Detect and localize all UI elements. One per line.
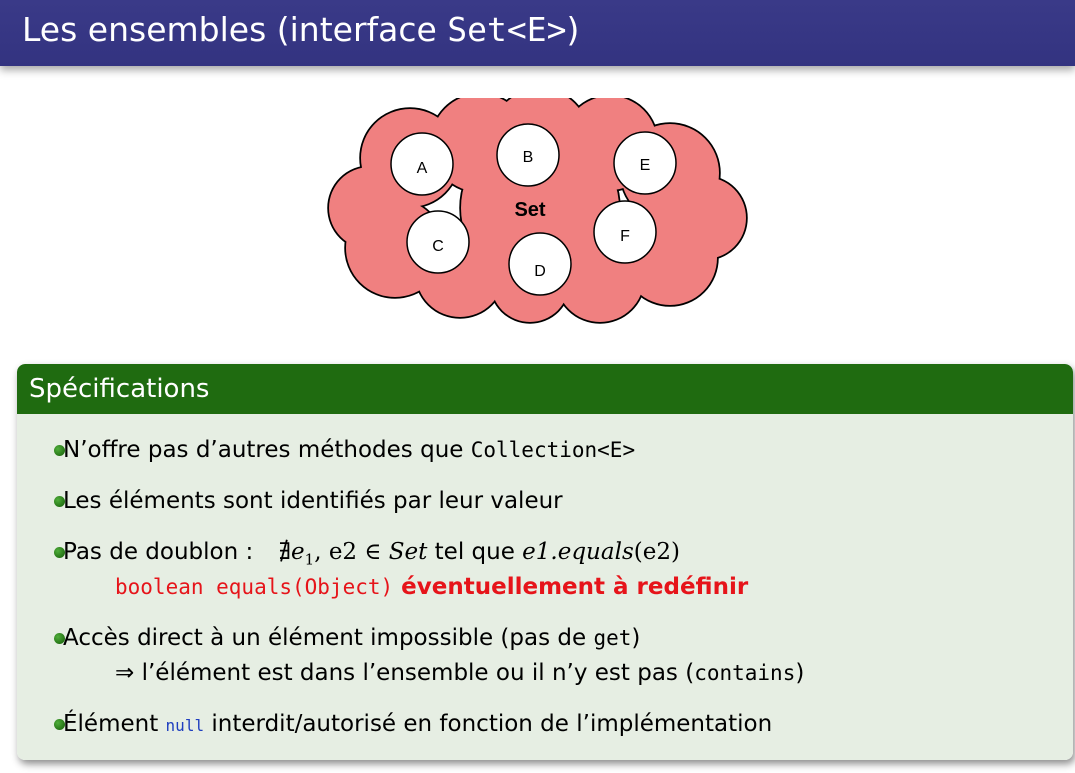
math-in: , e2 ∈	[314, 539, 389, 565]
implies-icon: ⇒	[115, 660, 135, 686]
title-bar: Les ensembles (interface Set<E>)	[0, 0, 1075, 66]
block-header: Spécifications	[17, 364, 1073, 414]
element-e-label: E	[640, 157, 651, 174]
spec-item-1: N’offre pas d’autres méthodes que Collec…	[63, 434, 635, 466]
set-cloud-svg: Set A B C D E F	[327, 98, 748, 324]
cloud-label: Set	[514, 199, 545, 221]
spec-item-5-code: null	[165, 716, 205, 735]
spec-item-5: Élément null interdit/autorisé en foncti…	[63, 708, 772, 742]
spec-item-4-sub-text: l’élément est dans l’ensemble ou il n’y …	[134, 660, 695, 686]
element-f: F	[593, 200, 657, 264]
spec-item-4: Accès direct à un élément impossible (pa…	[63, 622, 640, 654]
element-a: A	[390, 132, 454, 196]
math-set: Set	[388, 539, 428, 565]
spec-item-3-sub: boolean equals(Object) éventuellement à …	[115, 571, 748, 603]
title-text: Les ensembles (interface	[22, 10, 448, 49]
spec-item-3-math: ∄e1, e2 ∈ Set tel que e1.equals(e2)	[278, 539, 680, 569]
spec-item-5-text-b: interdit/autorisé en fonction de l’implé…	[204, 711, 773, 737]
spec-item-3-sub-emph: éventuellement à redéfinir	[393, 574, 749, 600]
element-b: B	[496, 123, 560, 187]
spec-item-4-text: Accès direct à un élément impossible (pa…	[63, 625, 594, 651]
spec-item-3: Pas de doublon : ∄e1, e2 ∈ Set tel que e…	[63, 536, 680, 576]
spec-item-3-text: Pas de doublon :	[63, 539, 261, 565]
spec-item-1-code: Collection<E>	[470, 438, 636, 462]
element-a-label: A	[417, 160, 428, 177]
title-code: Set<E>	[447, 10, 567, 49]
spec-item-4-sub: ⇒ l’élément est dans l’ensemble ou il n’…	[115, 657, 804, 689]
spec-item-4-sub-code: contains	[694, 661, 796, 685]
spec-item-4-sub-close: )	[795, 660, 805, 686]
math-arg: (e2)	[633, 539, 680, 565]
spec-item-5-text-a: Élément	[63, 711, 166, 737]
element-c: C	[406, 210, 470, 274]
math-not-exists: ∄	[278, 539, 292, 565]
math-sub: 1	[304, 550, 315, 569]
spec-item-3-sub-code: boolean equals(Object)	[115, 575, 394, 599]
element-b-label: B	[523, 149, 534, 166]
element-d-label: D	[534, 263, 546, 280]
element-c-label: C	[432, 238, 444, 255]
math-such-that: tel que	[427, 539, 523, 565]
block-body: N’offre pas d’autres méthodes que Collec…	[17, 414, 1073, 760]
math-e: e	[291, 539, 305, 565]
element-d: D	[508, 232, 572, 296]
spec-item-4-close: )	[631, 625, 641, 651]
element-f-label: F	[620, 228, 630, 245]
spec-item-1-text: N’offre pas d’autres méthodes que	[63, 437, 471, 463]
block-title: Spécifications	[29, 374, 210, 404]
spec-item-2: Les éléments sont identifiés par leur va…	[63, 488, 563, 514]
specifications-block: Spécifications N’offre pas d’autres méth…	[17, 364, 1073, 760]
math-equals: e1.equals	[522, 539, 634, 565]
spec-item-4-code: get	[593, 626, 632, 650]
set-diagram: Set A B C D E F	[320, 98, 760, 326]
element-e: E	[613, 131, 677, 195]
slide-title: Les ensembles (interface Set<E>)	[22, 8, 579, 52]
title-close: )	[566, 10, 580, 49]
